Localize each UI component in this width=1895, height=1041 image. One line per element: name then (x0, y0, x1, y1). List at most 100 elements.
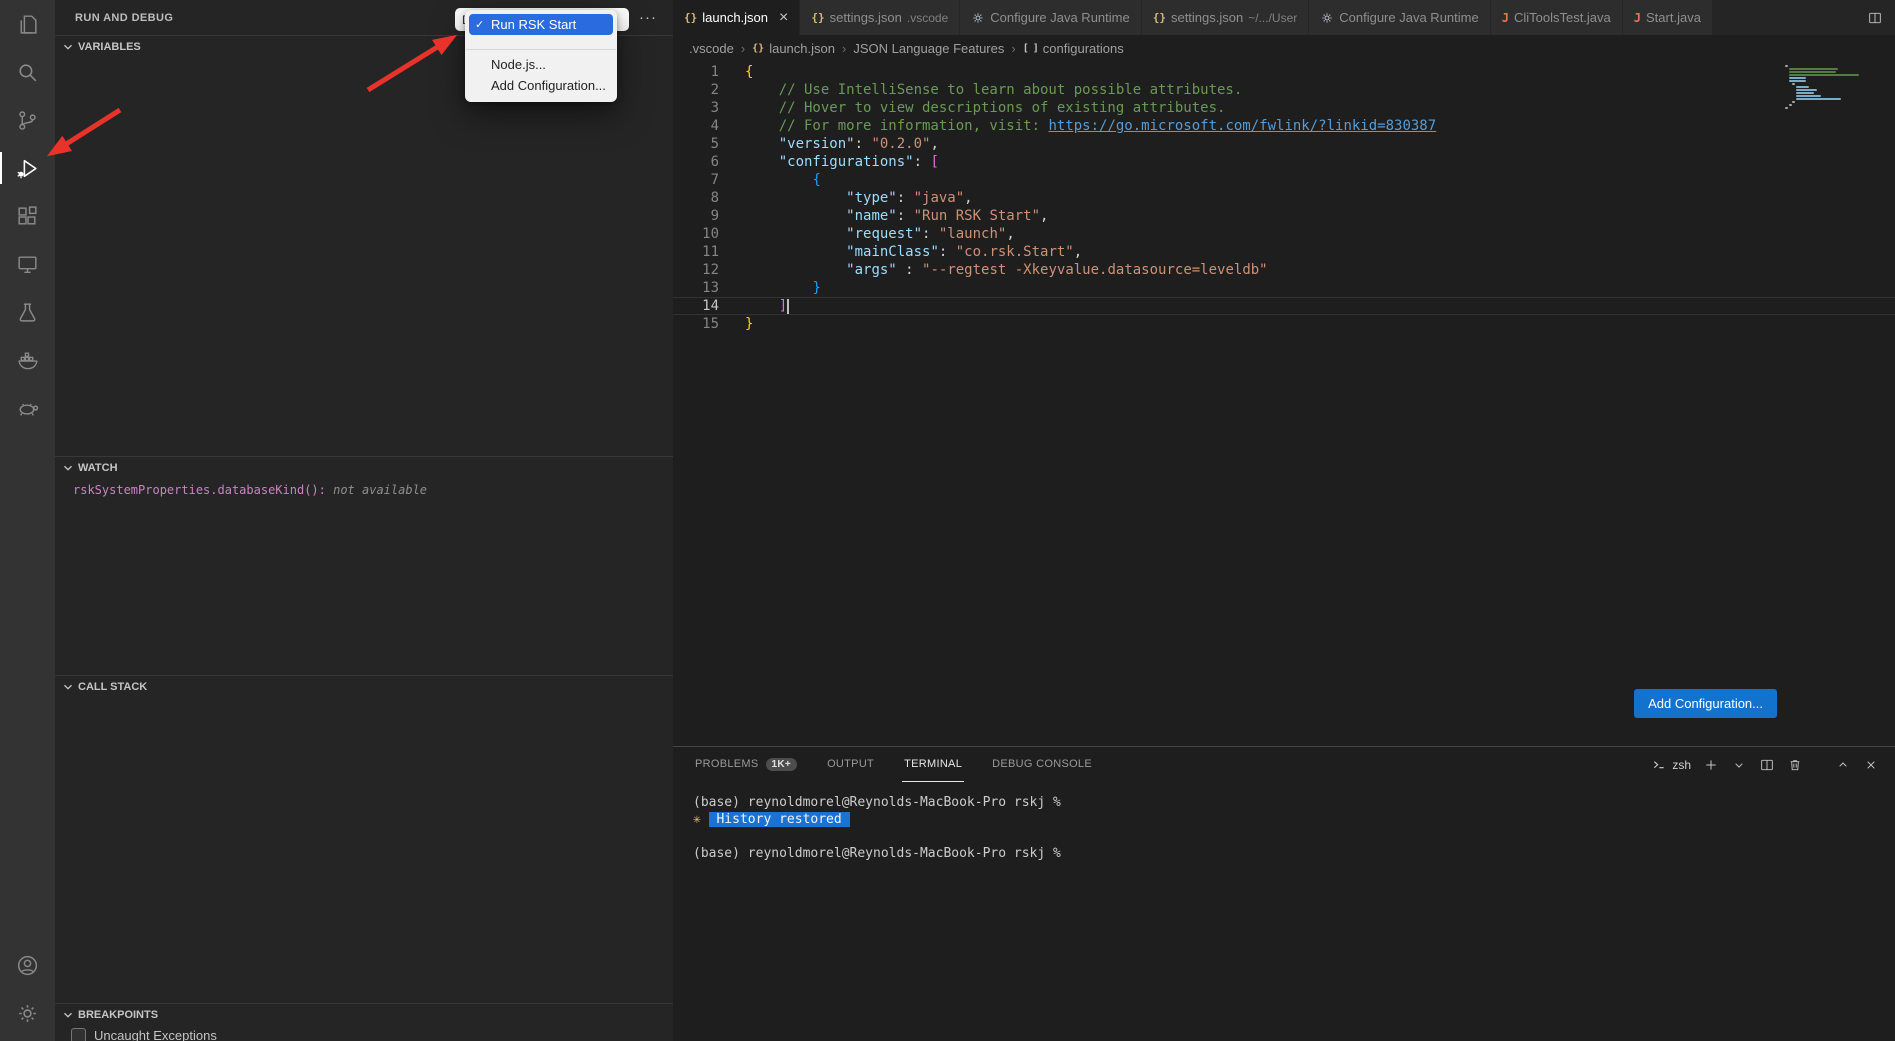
terminal-prompt-icon (1651, 757, 1667, 773)
settings-gear-icon[interactable] (0, 989, 55, 1037)
tab-label: launch.json (702, 10, 768, 25)
json-icon: {} (752, 43, 764, 54)
remote-explorer-icon[interactable] (0, 240, 55, 288)
json-file-icon: {} (1153, 11, 1166, 24)
accounts-icon[interactable] (0, 941, 55, 989)
panel-tab-output[interactable]: OUTPUT (825, 747, 876, 782)
editor-group: {}launch.json×{}settings.json.vscodeConf… (673, 0, 1895, 1041)
tab-label: Configure Java Runtime (1339, 10, 1478, 25)
breadcrumb-item[interactable]: [ ]configurations (1023, 41, 1124, 56)
breadcrumb-item[interactable]: .vscode (689, 41, 734, 56)
kill-terminal-trash-icon[interactable] (1787, 757, 1803, 773)
breadcrumb-separator: › (1011, 41, 1015, 56)
code-line: 11 "mainClass": "co.rsk.Start", (673, 243, 1895, 261)
tab-label: settings.json (1171, 10, 1243, 25)
tab-label: settings.json (830, 10, 902, 25)
tab-bar: {}launch.json×{}settings.json.vscodeConf… (673, 0, 1895, 35)
code-editor[interactable]: 1{2 // Use IntelliSense to learn about p… (673, 61, 1895, 746)
close-panel-icon[interactable] (1863, 757, 1879, 773)
docker-icon[interactable] (0, 336, 55, 384)
code-line: 6 "configurations": [ (673, 153, 1895, 171)
tab-bar-actions (1867, 0, 1895, 35)
tabs: {}launch.json×{}settings.json.vscodeConf… (673, 0, 1713, 35)
watch-expression-row[interactable]: rskSystemProperties.databaseKind(): not … (55, 478, 673, 497)
add-configuration-button[interactable]: Add Configuration... (1634, 689, 1777, 718)
menu-item-add-configuration-[interactable]: Add Configuration... (469, 75, 613, 96)
run-and-debug-icon[interactable] (0, 144, 55, 192)
code-line: 1{ (673, 63, 1895, 81)
uncaught-exceptions-checkbox[interactable] (71, 1028, 86, 1041)
section-label: CALL STACK (78, 681, 147, 693)
extensions-icon[interactable] (0, 192, 55, 240)
chevron-down-icon (61, 40, 75, 54)
code-lines: 1{2 // Use IntelliSense to learn about p… (673, 63, 1895, 333)
gear-icon (1320, 11, 1334, 25)
problems-count-badge: 1K+ (766, 758, 798, 771)
source-control-icon[interactable] (0, 96, 55, 144)
panel-tab-problems[interactable]: PROBLEMS1K+ (693, 747, 799, 782)
checkmark-icon: ✓ (475, 18, 491, 31)
terminal-output[interactable]: (base) reynoldmorel@Reynolds-MacBook-Pro… (673, 782, 1895, 862)
tab-launch-json[interactable]: {}launch.json× (673, 0, 800, 35)
watch-value: not available (326, 483, 427, 497)
panel-header: PROBLEMS1K+ OUTPUT TERMINAL DEBUG CONSOLE z… (673, 747, 1895, 782)
run-and-debug-sidebar: RUN AND DEBUG ··· D VARIABLES WATCH rskS… (55, 0, 673, 1041)
text-cursor (787, 299, 789, 314)
panel-tab-debug-console[interactable]: DEBUG CONSOLE (990, 747, 1094, 782)
new-terminal-icon[interactable] (1703, 757, 1719, 773)
menu-separator (466, 49, 616, 50)
variables-body (55, 57, 673, 456)
tab-settings-json[interactable]: {}settings.json.vscode (800, 0, 960, 35)
panel-tabs: PROBLEMS1K+ OUTPUT TERMINAL DEBUG CONSOLE (693, 747, 1094, 782)
tab-configure-java-runtime[interactable]: Configure Java Runtime (1309, 0, 1490, 35)
menu-item-run-rsk-start[interactable]: ✓Run RSK Start (469, 14, 613, 35)
tab-description: ~/.../User (1248, 11, 1297, 25)
java-file-icon: J (1634, 11, 1641, 25)
breadcrumb-item[interactable]: JSON Language Features (853, 41, 1004, 56)
code-line: 4 // For more information, visit: https:… (673, 117, 1895, 135)
turtle-icon[interactable] (0, 384, 55, 432)
shell-label: zsh (1672, 758, 1691, 772)
code-line: 8 "type": "java", (673, 189, 1895, 207)
testing-beaker-icon[interactable] (0, 288, 55, 336)
breakpoint-row: Uncaught Exceptions (55, 1025, 673, 1041)
section-label: WATCH (78, 462, 118, 474)
panel-tab-terminal[interactable]: TERMINAL (902, 747, 964, 782)
code-line: 9 "name": "Run RSK Start", (673, 207, 1895, 225)
tab-start-java[interactable]: J Start.java (1623, 0, 1713, 35)
debug-config-dropdown-menu: ✓Run RSK Start Node.js...Add Configuratio… (465, 10, 617, 102)
section-watch[interactable]: WATCH (55, 456, 673, 478)
tab-clitoolstest-java[interactable]: JCliToolsTest.java (1491, 0, 1623, 35)
java-file-icon: J (1502, 11, 1509, 25)
watch-expression: rskSystemProperties.databaseKind(): (73, 483, 326, 497)
tab-settings-json[interactable]: {} settings.json ~/.../User (1142, 0, 1310, 35)
terminal-shell-item[interactable]: zsh (1651, 757, 1691, 773)
breadcrumb-item[interactable]: {}launch.json (752, 41, 835, 56)
split-editor-icon[interactable] (1867, 10, 1883, 26)
code-line: 13 } (673, 279, 1895, 297)
chevron-down-icon[interactable] (1731, 757, 1747, 773)
close-tab-icon[interactable]: × (779, 9, 788, 27)
section-breakpoints[interactable]: BREAKPOINTS (55, 1003, 673, 1025)
tab-label: Start.java (1646, 10, 1701, 25)
split-terminal-icon[interactable] (1759, 757, 1775, 773)
more-actions-icon[interactable]: ··· (639, 9, 657, 26)
minimap[interactable] (1785, 65, 1865, 110)
code-line: 7 { (673, 171, 1895, 189)
array-symbol-icon: [ ] (1023, 43, 1038, 54)
chevron-down-icon (61, 1008, 75, 1022)
chevron-down-icon (61, 461, 75, 475)
code-line: 5 "version": "0.2.0", (673, 135, 1895, 153)
menu-item-node-js-[interactable]: Node.js... (469, 54, 613, 75)
maximize-panel-icon[interactable] (1835, 757, 1851, 773)
breadcrumb-separator: › (741, 41, 745, 56)
search-icon[interactable] (0, 48, 55, 96)
explorer-icon[interactable] (0, 0, 55, 48)
code-line: 3 // Hover to view descriptions of exist… (673, 99, 1895, 117)
section-call-stack[interactable]: CALL STACK (55, 675, 673, 697)
panel-actions: zsh (1651, 757, 1879, 773)
tab-configure-java-runtime[interactable]: Configure Java Runtime (960, 0, 1141, 35)
section-label: BREAKPOINTS (78, 1009, 158, 1021)
activity-bar (0, 0, 55, 1041)
code-line: 2 // Use IntelliSense to learn about pos… (673, 81, 1895, 99)
